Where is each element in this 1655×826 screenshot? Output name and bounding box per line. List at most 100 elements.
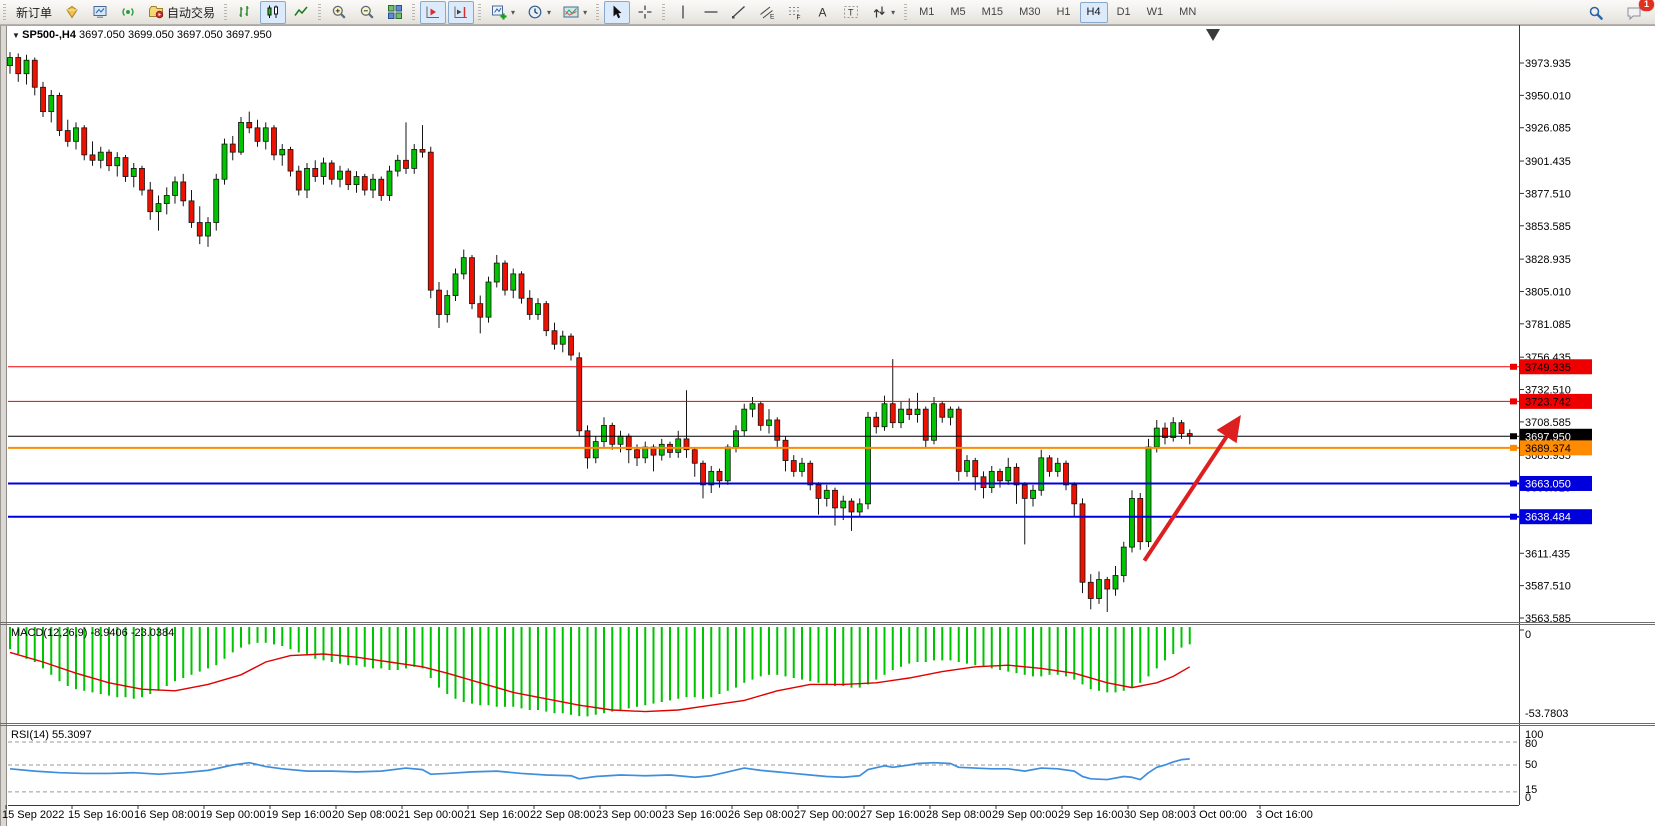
toolbar-group-grip	[224, 4, 227, 20]
toolbar-group-grip	[412, 4, 415, 20]
candle	[1130, 498, 1135, 547]
bar-chart-button[interactable]	[232, 1, 258, 24]
candle	[800, 463, 805, 471]
candle	[932, 404, 937, 441]
candle	[470, 258, 475, 304]
candle	[428, 152, 433, 290]
candle	[791, 461, 796, 472]
timeframe-h4-button[interactable]: H4	[1080, 2, 1108, 23]
arrows-button[interactable]: ▾	[866, 1, 900, 24]
market-button[interactable]	[59, 1, 85, 24]
timeframe-m30-button[interactable]: M30	[1012, 2, 1047, 23]
chart-shift-button[interactable]	[448, 1, 474, 24]
text-label-button[interactable]: T	[838, 1, 864, 24]
dropdown-caret-icon[interactable]: ▾	[891, 8, 895, 17]
channel-icon: E	[759, 4, 775, 20]
fibonacci-button[interactable]: F	[782, 1, 808, 24]
chart-shift-marker-icon[interactable]	[1206, 29, 1220, 41]
search-button[interactable]	[1583, 1, 1609, 24]
candle	[131, 168, 136, 176]
dropdown-caret-icon[interactable]: ▾	[511, 8, 515, 17]
strategy-tester-button[interactable]	[87, 1, 113, 24]
timeframe-w1-button[interactable]: W1	[1140, 2, 1171, 23]
macd-signal-line	[10, 652, 1190, 711]
candle	[808, 463, 813, 485]
price-axis-tick-label: 3950.010	[1525, 90, 1571, 102]
candle	[65, 131, 70, 142]
line-chart-button[interactable]	[288, 1, 314, 24]
templates-button[interactable]: ▾	[558, 1, 592, 24]
horizontal-line-button[interactable]	[698, 1, 724, 24]
dropdown-caret-icon[interactable]: ▾	[547, 8, 551, 17]
periods-button[interactable]: ▾	[522, 1, 556, 24]
candle	[1097, 580, 1102, 599]
candle	[362, 177, 367, 191]
cursor-button[interactable]	[604, 1, 630, 24]
tile-windows-button[interactable]	[382, 1, 408, 24]
candle	[1014, 467, 1019, 485]
zoom-in-button[interactable]	[326, 1, 352, 24]
candle	[717, 471, 722, 480]
candle	[115, 158, 120, 166]
price-axis-tick-label: 3563.585	[1525, 613, 1571, 625]
clock-icon	[527, 4, 543, 20]
timeframe-m1-button[interactable]: M1	[912, 2, 941, 23]
autotrading-button[interactable]: 自动交易	[143, 1, 220, 24]
timeframe-d1-button[interactable]: D1	[1110, 2, 1138, 23]
line-handle[interactable]	[1510, 514, 1517, 520]
zoom-out-button[interactable]	[354, 1, 380, 24]
crosshair-button[interactable]	[632, 1, 658, 24]
candle	[758, 404, 763, 426]
line-handle[interactable]	[1510, 364, 1517, 370]
line-handle[interactable]	[1510, 433, 1517, 439]
chart-area[interactable]: 3973.9353950.0103926.0853901.4353877.510…	[0, 0, 1655, 826]
timeframe-mn-button[interactable]: MN	[1172, 2, 1203, 23]
candle	[725, 447, 730, 481]
time-axis-label: 27 Sep 16:00	[860, 809, 925, 821]
chart-title: ▼ SP500-,H4 3697.050 3699.050 3697.050 3…	[12, 29, 272, 41]
new-chart-button[interactable]: ▾	[486, 1, 520, 24]
candle	[395, 160, 400, 171]
candle	[255, 128, 260, 142]
timeframe-h1-button[interactable]: H1	[1049, 2, 1077, 23]
candle	[1047, 458, 1052, 472]
signals-button[interactable]	[115, 1, 141, 24]
vertical-line-button[interactable]	[670, 1, 696, 24]
chart-menu-icon[interactable]: ▼	[12, 31, 22, 40]
timeframe-m15-button[interactable]: M15	[975, 2, 1010, 23]
candle	[989, 471, 994, 487]
toolbar-group-grip	[596, 4, 599, 20]
new-order-button-label: 新订单	[16, 4, 52, 21]
candlestick-chart-button[interactable]	[260, 1, 286, 24]
trend-icon	[731, 4, 747, 20]
candle	[1088, 582, 1093, 598]
candle	[1064, 463, 1069, 485]
line-handle[interactable]	[1510, 398, 1517, 404]
candle	[659, 444, 664, 455]
time-axis-label: 3 Oct 16:00	[1256, 809, 1313, 821]
time-axis-label: 30 Sep 08:00	[1124, 809, 1189, 821]
text-button[interactable]: A	[810, 1, 836, 24]
new-order-button[interactable]: 新订单	[11, 1, 57, 24]
price-line-badge-label: 3723.742	[1525, 396, 1571, 408]
rsi-line	[10, 759, 1190, 780]
candle	[57, 95, 62, 130]
price-axis-tick-label: 3805.010	[1525, 286, 1571, 298]
auto-scroll-button[interactable]	[420, 1, 446, 24]
candle	[453, 274, 458, 296]
candle	[313, 168, 318, 176]
line-handle[interactable]	[1510, 445, 1517, 451]
autotrading-button-label: 自动交易	[167, 4, 215, 21]
trendline-button[interactable]	[726, 1, 752, 24]
candle	[156, 204, 161, 212]
notifications-button[interactable]: 1	[1621, 1, 1648, 24]
timeframe-m5-button[interactable]: M5	[943, 2, 972, 23]
dropdown-caret-icon[interactable]: ▾	[583, 8, 587, 17]
candle	[412, 149, 417, 168]
toolbar-group-grip	[318, 4, 321, 20]
line-handle[interactable]	[1510, 480, 1517, 486]
time-axis-label: 15 Sep 16:00	[68, 809, 133, 821]
price-axis-tick-label: 3853.585	[1525, 221, 1571, 233]
equidistant-channel-button[interactable]: E	[754, 1, 780, 24]
time-axis-label: 15 Sep 2022	[2, 809, 64, 821]
